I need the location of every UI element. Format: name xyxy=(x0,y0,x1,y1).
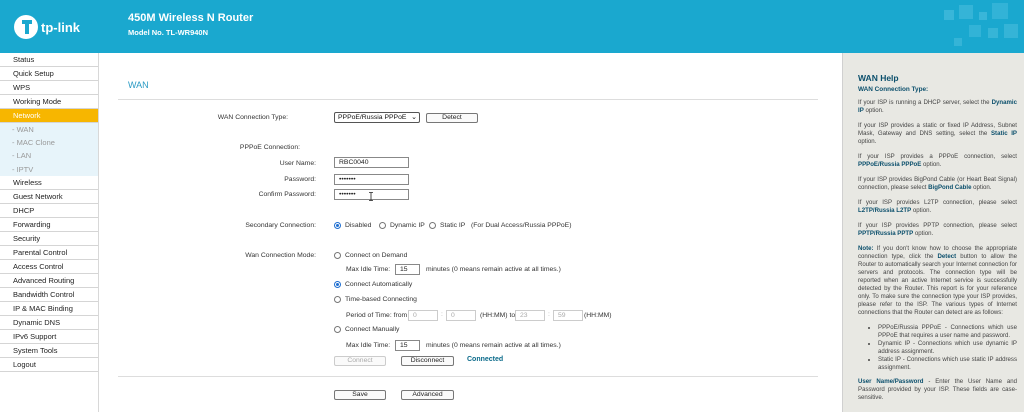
sidebar-item-advanced-routing[interactable]: Advanced Routing xyxy=(0,273,98,288)
sidebar-item-wireless[interactable]: Wireless xyxy=(0,175,98,190)
sec-disabled-label: Disabled xyxy=(345,222,372,229)
help-list-item: Dynamic IP - Connections which use dynam… xyxy=(878,340,1017,356)
sec-dynamic-ip-radio[interactable] xyxy=(379,222,386,229)
mode-auto-label: Connect Automatically xyxy=(345,281,413,288)
to-hour-input[interactable]: 23 xyxy=(515,310,545,321)
help-list-item: Static IP - Connections which use static… xyxy=(878,356,1017,372)
mode-manual-radio[interactable] xyxy=(334,326,341,333)
from-min-input[interactable]: 0 xyxy=(446,310,476,321)
from-colon: : xyxy=(441,311,443,318)
advanced-button[interactable]: Advanced xyxy=(401,390,454,400)
help-title: WAN Help xyxy=(858,73,899,83)
confirm-password-label: Confirm Password: xyxy=(258,191,316,198)
detect-button[interactable]: Detect xyxy=(426,113,478,123)
tp-link-logo: tp-link xyxy=(14,15,81,39)
page-title: WAN xyxy=(128,80,149,90)
help-list-item: PPPoE/Russia PPPoE - Connections which u… xyxy=(878,324,1017,340)
help-username-password: User Name/Password - Enter the User Name… xyxy=(858,378,1018,401)
sidebar-item-ipv6-support[interactable]: IPv6 Support xyxy=(0,329,98,344)
sidebar-item-parental-control[interactable]: Parental Control xyxy=(0,245,98,260)
sidebar-item-quick-setup[interactable]: Quick Setup xyxy=(0,67,98,81)
conn-type-label: WAN Connection Type: xyxy=(217,114,288,121)
idle-time-note-2: minutes (0 means remain active at all ti… xyxy=(426,342,561,349)
conn-type-value: PPPoE/Russia PPPoE xyxy=(338,114,407,121)
mode-manual-label: Connect Manually xyxy=(345,326,400,333)
sidebar-menu: Status Quick Setup WPS Working Mode Netw… xyxy=(0,53,99,412)
password-input[interactable]: ••••••• xyxy=(334,174,409,185)
model-number: Model No. TL-WR940N xyxy=(128,28,208,37)
mode-time-label: Time-based Connecting xyxy=(345,296,417,303)
hhmm-label: (HH:MM) xyxy=(584,312,612,319)
sec-disabled-radio[interactable] xyxy=(334,222,341,229)
chevron-down-icon: ⌄ xyxy=(411,114,417,121)
sidebar-item-security[interactable]: Security xyxy=(0,231,98,246)
mode-time-radio[interactable] xyxy=(334,296,341,303)
disconnect-button[interactable]: Disconnect xyxy=(401,356,454,366)
mode-demand-radio[interactable] xyxy=(334,252,341,259)
mode-auto-radio[interactable] xyxy=(334,281,341,288)
help-note: Note: If you don't know how to choose th… xyxy=(858,245,1018,316)
secondary-conn-label: Secondary Connection: xyxy=(245,222,316,229)
from-hour-input[interactable]: 0 xyxy=(408,310,438,321)
sec-static-ip-radio[interactable] xyxy=(429,222,436,229)
help-static-ip: If your ISP provides a static or fixed I… xyxy=(858,122,1017,145)
sidebar-subitem-lan[interactable]: - LAN xyxy=(0,149,98,163)
help-pptp: If your ISP provides PPTP connection, pl… xyxy=(858,222,1017,237)
username-label: User Name: xyxy=(279,160,316,167)
idle-time-label: Max Idle Time: xyxy=(346,266,391,273)
sidebar-item-access-control[interactable]: Access Control xyxy=(0,259,98,274)
divider xyxy=(118,99,818,100)
period-label: Period of Time: from xyxy=(346,312,408,319)
connection-status: Connected xyxy=(467,356,504,363)
idle-time-label-2: Max Idle Time: xyxy=(346,342,391,349)
password-label: Password: xyxy=(284,176,316,183)
brand-text: tp-link xyxy=(41,20,81,35)
sidebar-item-ip-mac-binding[interactable]: IP & MAC Binding xyxy=(0,301,98,316)
sidebar-subitem-wan[interactable]: - WAN xyxy=(0,123,98,137)
sidebar-item-logout[interactable]: Logout xyxy=(0,357,98,372)
sidebar-item-guest-network[interactable]: Guest Network xyxy=(0,189,98,204)
sec-static-ip-label: Static IP xyxy=(440,222,466,229)
sidebar-item-network[interactable]: Network xyxy=(0,109,98,123)
sec-note: (For Dual Access/Russia PPPoE) xyxy=(471,222,572,229)
router-title: 450M Wireless N Router xyxy=(128,12,254,24)
help-l2tp: If your ISP provides L2TP connection, pl… xyxy=(858,199,1017,214)
sec-dynamic-ip-label: Dynamic IP xyxy=(390,222,425,229)
help-bigpond: If your ISP provides BigPond Cable (or H… xyxy=(858,176,1017,191)
sidebar-item-forwarding[interactable]: Forwarding xyxy=(0,217,98,232)
sidebar-item-working-mode[interactable]: Working Mode xyxy=(0,95,98,109)
help-subtitle: WAN Connection Type: xyxy=(858,86,929,93)
help-panel: WAN Help WAN Connection Type: If your IS… xyxy=(842,53,1024,412)
connect-button[interactable]: Connect xyxy=(334,356,386,366)
sidebar-item-dynamic-dns[interactable]: Dynamic DNS xyxy=(0,315,98,330)
header-bar: tp-link 450M Wireless N Router Model No.… xyxy=(0,0,1024,53)
pppoe-conn-label: PPPoE Connection: xyxy=(239,144,300,151)
to-min-input[interactable]: 59 xyxy=(553,310,583,321)
text-cursor-icon xyxy=(369,192,373,201)
mode-demand-label: Connect on Demand xyxy=(345,252,408,259)
help-pppoe: If your ISP provides a PPPoE connection,… xyxy=(858,153,1017,168)
hhmm-to-label: (HH:MM) to xyxy=(480,312,516,319)
sidebar-subitem-iptv[interactable]: - IPTV xyxy=(0,162,98,176)
divider-bottom xyxy=(118,376,818,377)
sidebar-item-status[interactable]: Status xyxy=(0,53,98,67)
idle-time-input-2[interactable]: 15 xyxy=(395,340,420,351)
header-decoration xyxy=(944,3,1018,46)
idle-time-note: minutes (0 means remain active at all ti… xyxy=(426,266,561,273)
main-panel: WAN WAN Connection Type: PPPoE/Russia PP… xyxy=(100,53,842,412)
sidebar-item-dhcp[interactable]: DHCP xyxy=(0,203,98,218)
username-input[interactable]: RBC0040 xyxy=(334,157,409,168)
help-conn-list: PPPoE/Russia PPPoE - Connections which u… xyxy=(858,324,1017,372)
help-dynamic-ip: If your ISP is running a DHCP server, se… xyxy=(858,99,1017,114)
sidebar-item-wps[interactable]: WPS xyxy=(0,81,98,95)
save-button[interactable]: Save xyxy=(334,390,386,400)
conn-type-select[interactable]: PPPoE/Russia PPPoE ⌄ xyxy=(334,112,420,123)
wan-mode-label: Wan Connection Mode: xyxy=(245,252,316,259)
sidebar-item-system-tools[interactable]: System Tools xyxy=(0,343,98,358)
sidebar-item-bandwidth-control[interactable]: Bandwidth Control xyxy=(0,287,98,302)
to-colon: : xyxy=(548,311,550,318)
idle-time-input[interactable]: 15 xyxy=(395,264,420,275)
sidebar-subitem-mac-clone[interactable]: - MAC Clone xyxy=(0,136,98,150)
